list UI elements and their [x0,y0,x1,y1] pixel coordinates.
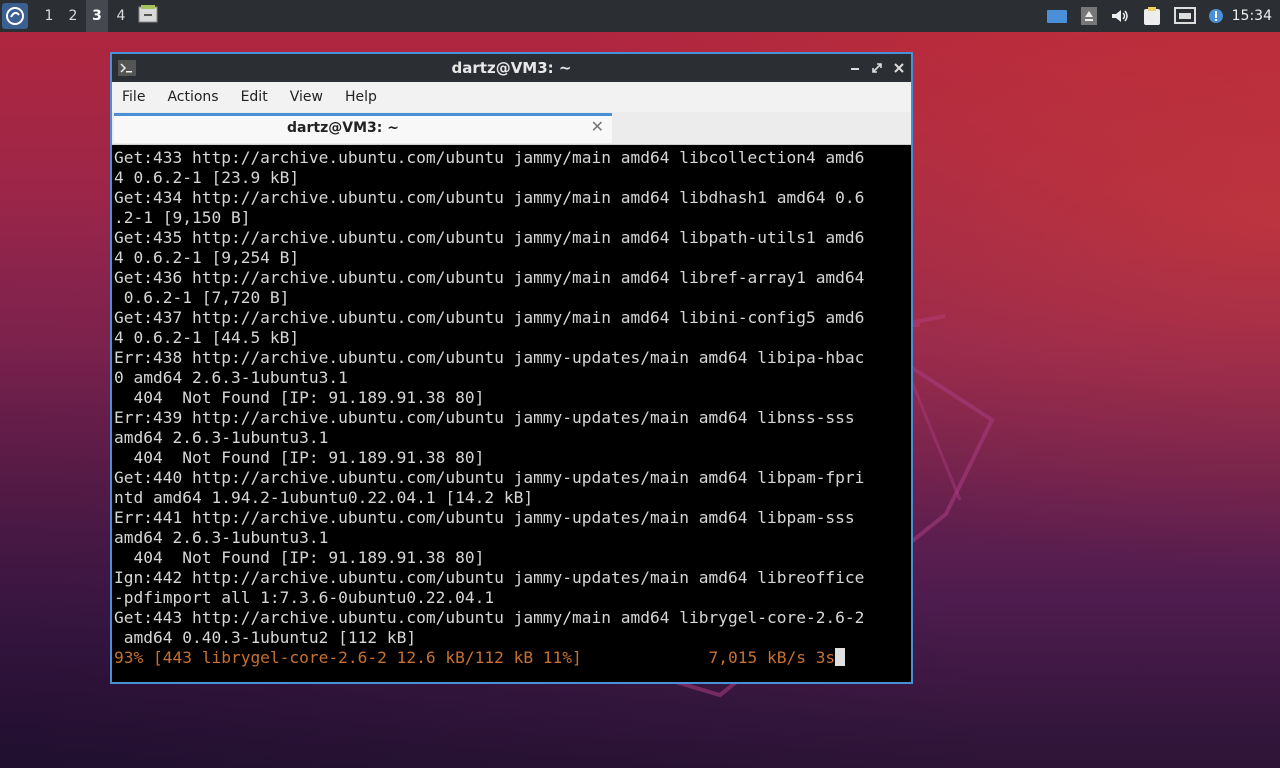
system-tray: 15:34 [1046,0,1280,32]
workspace-1[interactable]: 1 [38,0,60,32]
terminal-line: 4 0.6.2-1 [44.5 kB] [114,328,300,347]
terminal-line: amd64 2.6.3-1ubuntu3.1 [114,528,329,547]
terminal-taskbar-icon[interactable] [138,4,158,28]
eject-icon[interactable] [1080,6,1098,26]
terminal-line: Get:440 http://archive.ubuntu.com/ubuntu… [114,468,865,487]
clock[interactable]: 15:34 [1232,8,1272,24]
terminal-line: 404 Not Found [IP: 91.189.91.38 80] [114,388,485,407]
menu-view[interactable]: View [290,89,323,105]
terminal-line: Err:439 http://archive.ubuntu.com/ubuntu… [114,408,855,427]
menu-bar: File Actions Edit View Help [112,82,911,112]
terminal-line: 404 Not Found [IP: 91.189.91.38 80] [114,548,485,567]
progress-text: 93% [443 librygel-core-2.6-2 12.6 kB/112… [114,648,836,667]
window-title: dartz@VM3: ~ [451,59,572,77]
volume-icon[interactable] [1110,7,1130,25]
menu-edit[interactable]: Edit [241,89,268,105]
tab-title: dartz@VM3: ~ [287,120,399,136]
tab-close-icon[interactable]: ✕ [591,117,604,136]
terminal-line: Ign:442 http://archive.ubuntu.com/ubuntu… [114,568,865,587]
text-cursor [835,648,846,666]
workspace-2[interactable]: 2 [62,0,84,32]
terminal-line: -pdfimport all 1:7.3.6-0ubuntu0.22.04.1 [114,588,495,607]
close-button[interactable] [893,54,905,82]
workspace-3[interactable]: 3 [86,0,108,32]
terminal-window: dartz@VM3: ~ File Actions Edit View Help… [110,52,913,684]
terminal-line: Get:443 http://archive.ubuntu.com/ubuntu… [114,608,865,627]
xubuntu-logo-icon [6,7,24,25]
workspace-4[interactable]: 4 [110,0,132,32]
terminal-line: Err:438 http://archive.ubuntu.com/ubuntu… [114,348,865,367]
window-titlebar[interactable]: dartz@VM3: ~ [112,54,911,82]
top-panel: 1 2 3 4 15:34 [0,0,1280,32]
terminal-line: 4 0.6.2-1 [23.9 kB] [114,168,300,187]
tab-bar: dartz@VM3: ~ ✕ [112,112,911,145]
terminal-output[interactable]: Get:433 http://archive.ubuntu.com/ubuntu… [112,145,911,682]
terminal-line: Get:437 http://archive.ubuntu.com/ubuntu… [114,308,865,327]
terminal-line: Get:434 http://archive.ubuntu.com/ubuntu… [114,188,865,207]
menu-file[interactable]: File [122,89,145,105]
terminal-line: Get:435 http://archive.ubuntu.com/ubuntu… [114,228,865,247]
display-icon[interactable] [1046,8,1068,24]
notification-icon[interactable] [1208,8,1224,24]
terminal-line: 404 Not Found [IP: 91.189.91.38 80] [114,448,485,467]
terminal-line: amd64 0.40.3-1ubuntu2 [112 kB] [114,628,417,647]
maximize-button[interactable] [871,54,883,82]
terminal-line: Get:433 http://archive.ubuntu.com/ubuntu… [114,148,865,167]
terminal-line: .2-1 [9,150 B] [114,208,251,227]
terminal-line: 0 amd64 2.6.3-1ubuntu3.1 [114,368,348,387]
app-menu-button[interactable] [2,3,28,29]
terminal-line: Err:441 http://archive.ubuntu.com/ubuntu… [114,508,855,527]
terminal-line: 0.6.2-1 [7,720 B] [114,288,290,307]
menu-actions[interactable]: Actions [167,89,218,105]
terminal-line: Get:436 http://archive.ubuntu.com/ubuntu… [114,268,865,287]
tab-terminal[interactable]: dartz@VM3: ~ ✕ [114,113,612,143]
terminal-progress-line: 93% [443 librygel-core-2.6-2 12.6 kB/112… [114,648,909,668]
terminal-line: 4 0.6.2-1 [9,254 B] [114,248,300,267]
clipboard-icon[interactable] [1142,6,1162,26]
terminal-line: amd64 2.6.3-1ubuntu3.1 [114,428,329,447]
menu-help[interactable]: Help [345,89,377,105]
minimize-button[interactable] [849,54,861,82]
terminal-line: ntd amd64 1.94.2-1ubuntu0.22.04.1 [14.2 … [114,488,534,507]
network-icon[interactable] [1173,7,1196,25]
